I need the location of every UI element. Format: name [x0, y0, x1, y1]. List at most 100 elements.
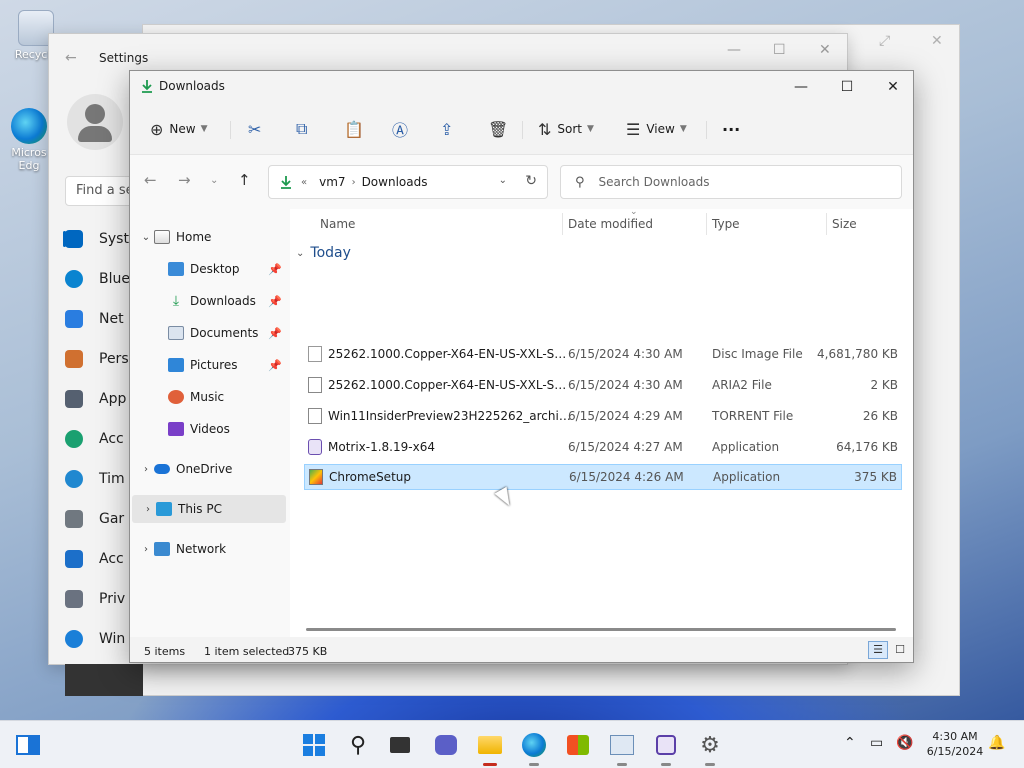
column-header-size[interactable]: Size	[826, 209, 906, 239]
file-row-selected[interactable]: ChromeSetup 6/15/2024 4:26 AM Applicatio…	[304, 464, 902, 490]
file-row[interactable]: 25262.1000.Copper-X64-EN-US-XXL-SUP... 6…	[304, 372, 902, 398]
column-header-name[interactable]: Name	[314, 209, 564, 239]
nav-item-documents[interactable]: Documents 📌	[130, 319, 286, 347]
back-arrow-icon[interactable]: ←	[144, 171, 157, 189]
chat-button[interactable]	[432, 731, 460, 759]
new-button[interactable]: ⊕ New ▼	[150, 115, 208, 143]
settings-item-bluetooth[interactable]: Blue	[65, 264, 131, 294]
settings-item-privacy[interactable]: Priv	[65, 584, 131, 614]
pin-icon[interactable]: 📌	[268, 295, 282, 308]
close-icon[interactable]: ✕	[819, 42, 831, 58]
chevron-up-icon[interactable]: ⌃	[844, 735, 856, 751]
nav-item-videos[interactable]: Videos	[130, 415, 286, 443]
chevron-right-icon[interactable]: ›	[138, 544, 154, 555]
view-button[interactable]: ☰ View ▼	[626, 115, 687, 143]
file-row[interactable]: Motrix-1.8.19-x64 6/15/2024 4:27 AM Appl…	[304, 434, 902, 460]
task-view-button[interactable]	[386, 731, 414, 759]
task-manager-taskbar-button[interactable]	[608, 731, 636, 766]
settings-item-time[interactable]: Tim	[65, 464, 131, 494]
navigation-bar: ← → ⌄ ↑ « vm7 › Downloads ⌄ ↻ ⚲	[130, 155, 913, 209]
breadcrumb-downloads[interactable]: Downloads	[362, 175, 428, 189]
pin-icon[interactable]: 📌	[268, 359, 282, 372]
settings-item-personalization[interactable]: Pers	[65, 344, 131, 374]
nav-item-music[interactable]: Music	[130, 383, 286, 411]
tiles-view-button[interactable]: ☐	[890, 641, 910, 659]
back-arrow-icon[interactable]: ←	[65, 50, 77, 66]
nav-item-downloads[interactable]: ⤓ Downloads 📌	[130, 287, 286, 315]
desktop-icon-edge[interactable]: Micros Edg	[4, 108, 54, 172]
chevron-down-icon[interactable]: ⌄	[499, 175, 507, 186]
network-tray-icon[interactable]: ▭	[870, 735, 883, 751]
settings-item-apps[interactable]: App	[65, 384, 131, 414]
file-explorer-taskbar-button[interactable]	[476, 731, 504, 766]
file-row[interactable]: 25262.1000.Copper-X64-EN-US-XXL-SUP... 6…	[304, 341, 902, 367]
start-button[interactable]	[300, 731, 328, 759]
paste-button[interactable]: 📋	[344, 115, 370, 143]
more-options-button[interactable]: ···	[722, 115, 740, 143]
wifi-icon	[65, 310, 83, 328]
settings-item-windows-update[interactable]: Win	[65, 624, 131, 654]
nav-item-network[interactable]: › Network	[130, 535, 286, 563]
column-header-date[interactable]: Date modified	[562, 209, 706, 239]
maximize-button[interactable]: ☐	[824, 71, 870, 103]
details-view-button[interactable]: ☰	[868, 641, 888, 659]
breadcrumb-overflow[interactable]: «	[301, 177, 307, 188]
search-icon: ⚲	[349, 732, 367, 758]
share-button[interactable]: ⇪	[440, 115, 459, 143]
file-type: Application	[712, 440, 780, 454]
settings-item-accounts[interactable]: Acc	[65, 424, 131, 454]
title-bar[interactable]: Downloads — ☐ ✕	[130, 71, 913, 103]
nav-item-onedrive[interactable]: › OneDrive	[130, 455, 286, 483]
settings-item-label: Win	[99, 631, 126, 647]
file-date: 6/15/2024 4:29 AM	[568, 409, 683, 423]
chevron-right-icon[interactable]: ›	[140, 504, 156, 515]
refresh-icon[interactable]: ↻	[525, 173, 537, 189]
recent-chevron-icon[interactable]: ⌄	[210, 175, 218, 186]
edge-icon	[11, 108, 47, 144]
settings-item-gaming[interactable]: Gar	[65, 504, 131, 534]
column-header-type[interactable]: Type	[706, 209, 826, 239]
notification-icon[interactable]: 🔔	[988, 735, 1005, 751]
nav-item-desktop[interactable]: Desktop 📌	[130, 255, 286, 283]
volume-muted-icon[interactable]: 🔇	[896, 735, 913, 751]
cut-button[interactable]: ✂	[248, 115, 267, 143]
settings-item-system[interactable]: Syst	[63, 224, 131, 254]
breadcrumb-vm7[interactable]: vm7	[319, 175, 345, 189]
show-desktop-button[interactable]	[14, 731, 42, 759]
trash-icon: 🗑	[488, 119, 509, 139]
settings-item-label: Gar	[99, 511, 125, 527]
minimize-icon[interactable]: —	[727, 42, 741, 58]
address-bar[interactable]: « vm7 › Downloads ⌄ ↻	[268, 165, 548, 199]
pin-icon[interactable]: 📌	[268, 263, 282, 276]
forward-arrow-icon[interactable]: →	[178, 171, 191, 189]
delete-button[interactable]: 🗑	[488, 115, 514, 143]
search-input[interactable]	[598, 175, 859, 189]
edge-taskbar-button[interactable]	[520, 731, 548, 766]
sort-button[interactable]: ⇅ Sort ▼	[538, 115, 594, 143]
maximize-icon[interactable]: ☐	[773, 42, 786, 58]
horizontal-scrollbar[interactable]	[306, 628, 896, 631]
nav-item-pictures[interactable]: Pictures 📌	[130, 351, 286, 379]
up-arrow-icon[interactable]: ↑	[238, 171, 251, 189]
search-button[interactable]: ⚲	[344, 731, 372, 759]
nav-item-this-pc[interactable]: › This PC	[132, 495, 286, 523]
copy-button[interactable]: ⧉	[296, 115, 313, 143]
settings-item-label: Syst	[99, 231, 129, 247]
file-row[interactable]: Win11InsiderPreview23H225262_archive.t..…	[304, 403, 902, 429]
chevron-right-icon[interactable]: ›	[138, 464, 154, 475]
taskbar: ⚲ ⚙ ⌃ ▭ 🔇 4:30 AM 6/15/2024 🔔	[0, 720, 1024, 768]
settings-taskbar-button[interactable]: ⚙	[696, 731, 724, 766]
nav-item-home[interactable]: ⌄ Home	[130, 223, 286, 251]
store-taskbar-button[interactable]	[564, 731, 592, 759]
minimize-button[interactable]: —	[778, 71, 824, 103]
settings-item-network[interactable]: Net	[65, 304, 131, 334]
close-button[interactable]: ✕	[870, 71, 913, 103]
group-header-today[interactable]: ⌄ Today	[296, 245, 351, 261]
rename-button[interactable]: Ⓐ	[392, 115, 414, 143]
pin-icon[interactable]: 📌	[268, 327, 282, 340]
clock[interactable]: 4:30 AM 6/15/2024	[925, 729, 985, 759]
chevron-down-icon[interactable]: ⌄	[138, 232, 154, 243]
motrix-taskbar-button[interactable]	[652, 731, 680, 766]
search-box[interactable]: ⚲	[560, 165, 902, 199]
settings-item-accessibility[interactable]: Acc	[65, 544, 131, 574]
